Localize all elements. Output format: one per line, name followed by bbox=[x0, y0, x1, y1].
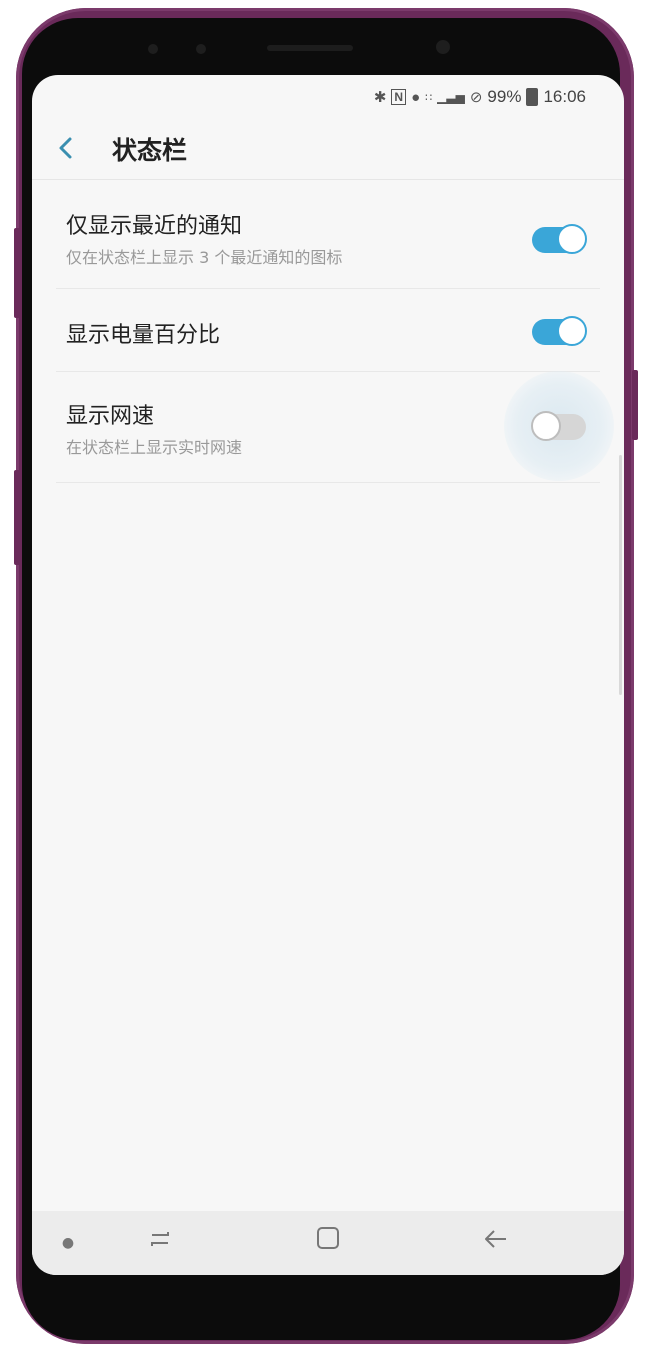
row-divider bbox=[56, 482, 600, 483]
power-button bbox=[632, 370, 638, 440]
battery-percentage: 99% bbox=[487, 87, 522, 106]
network-speed-toggle[interactable] bbox=[531, 411, 586, 441]
back-arrow-icon bbox=[485, 1230, 506, 1248]
screen: ✱ N ● ∷ ▁▃▅ ⊘ 99% 16:06 状态栏 仅显示最近的通知 仅在状… bbox=[32, 75, 624, 1275]
front-camera bbox=[436, 40, 450, 54]
proximity-sensor bbox=[148, 44, 158, 54]
recent-apps-icon bbox=[151, 1232, 169, 1246]
dot-indicator: ● bbox=[61, 1235, 75, 1251]
toggle-knob bbox=[557, 224, 587, 254]
battery-icon bbox=[526, 88, 539, 106]
light-sensor bbox=[196, 44, 206, 54]
setting-description: 仅在状态栏上显示 3 个最近通知的图标 bbox=[66, 248, 343, 267]
recent-notifications-toggle[interactable] bbox=[532, 224, 587, 254]
wifi-icon: ∷ bbox=[425, 91, 433, 104]
toggle-knob bbox=[531, 411, 561, 441]
scrollbar[interactable] bbox=[619, 455, 622, 695]
setting-recent-notifications[interactable]: 仅显示最近的通知 仅在状态栏上显示 3 个最近通知的图标 bbox=[32, 180, 624, 288]
bixby-button bbox=[14, 470, 20, 565]
setting-label: 显示电量百分比 bbox=[66, 323, 221, 348]
bluetooth-icon: ✱ bbox=[373, 89, 387, 106]
setting-battery-percentage[interactable]: 显示电量百分比 bbox=[32, 289, 624, 371]
setting-label: 显示网速 bbox=[66, 404, 155, 429]
volume-button bbox=[14, 228, 20, 318]
nfc-icon: N bbox=[391, 89, 407, 105]
back-button[interactable] bbox=[56, 133, 86, 163]
setting-label: 仅显示最近的通知 bbox=[66, 214, 243, 239]
setting-network-speed[interactable]: 显示网速 在状态栏上显示实时网速 bbox=[32, 372, 624, 482]
setting-description: 在状态栏上显示实时网速 bbox=[66, 438, 243, 457]
do-not-disturb-icon: ⊘ bbox=[469, 89, 483, 106]
nav-back-button[interactable] bbox=[476, 1225, 516, 1261]
recent-apps-button[interactable] bbox=[140, 1225, 180, 1261]
home-button[interactable] bbox=[308, 1225, 348, 1261]
status-time: 16:06 bbox=[543, 87, 586, 106]
battery-percentage-toggle[interactable] bbox=[532, 316, 587, 346]
chevron-left-icon bbox=[59, 137, 72, 159]
alarm-icon: ● bbox=[411, 88, 421, 106]
signal-icon: ▁▃▅ bbox=[437, 90, 465, 104]
app-header: 状态栏 bbox=[32, 115, 624, 179]
status-bar: ✱ N ● ∷ ▁▃▅ ⊘ 99% 16:06 bbox=[374, 85, 586, 109]
home-icon bbox=[317, 1227, 339, 1249]
earpiece bbox=[267, 45, 353, 51]
navigation-bar: ● bbox=[32, 1211, 624, 1275]
toggle-knob bbox=[557, 316, 587, 346]
page-title: 状态栏 bbox=[112, 136, 188, 165]
